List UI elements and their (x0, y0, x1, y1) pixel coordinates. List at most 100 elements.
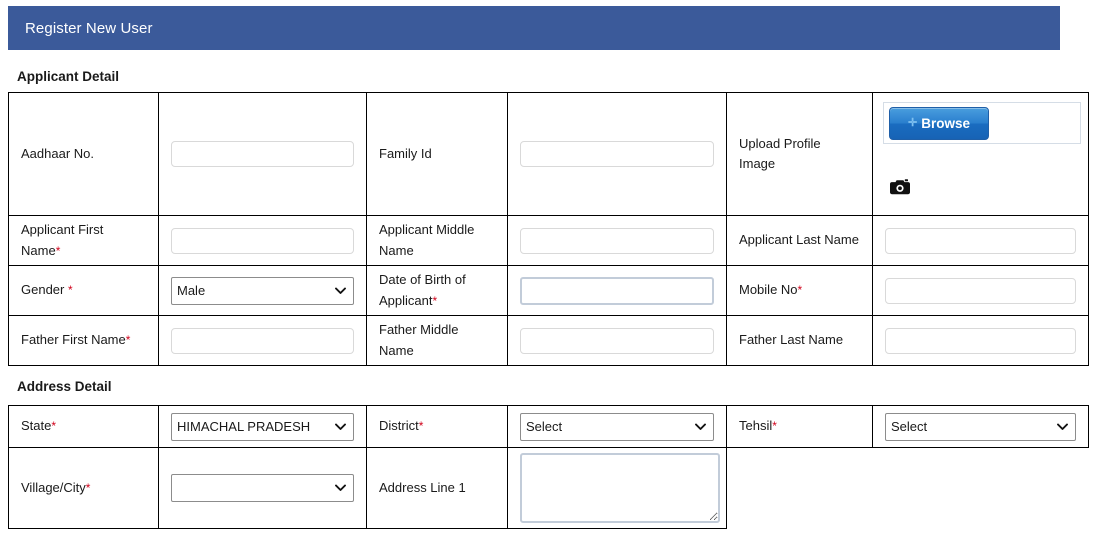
label-state: State* (8, 405, 159, 448)
required-asterisk: * (772, 419, 777, 434)
register-new-user-page: Register New User Applicant Detail Aadha… (0, 0, 1095, 534)
father-last-name-input[interactable] (885, 327, 1076, 354)
label-text: Aadhaar No. (21, 145, 94, 161)
applicant-middle-name-input[interactable] (520, 227, 714, 254)
label-father-last-name: Father Last Name (726, 315, 873, 366)
label-date-of-birth: Date of Birth of Applicant* (366, 265, 508, 316)
field-upload-profile-image: ✛ Browse (872, 92, 1089, 216)
label-text: Mobile No (739, 282, 798, 298)
field-district: Select (507, 405, 727, 448)
required-asterisk: * (85, 480, 91, 495)
label-text: Family Id (379, 145, 432, 161)
aadhaar-no-input[interactable] (171, 141, 354, 167)
upload-file-box: ✛ Browse (883, 102, 1081, 144)
label-text: State (21, 418, 52, 434)
label-text: District (379, 418, 419, 434)
applicant-detail-table: Aadhaar No. Family Id Upload Profile Ima… (8, 92, 1089, 366)
label-family-id: Family Id (366, 92, 508, 216)
label-text: Address Line 1 (379, 479, 466, 495)
field-father-first-name (158, 315, 367, 366)
applicant-detail-heading: Applicant Detail (17, 69, 120, 84)
state-select-wrap: HIMACHAL PRADESH (171, 412, 354, 441)
table-row: Aadhaar No. Family Id Upload Profile Ima… (8, 92, 1089, 216)
field-applicant-first-name (158, 215, 367, 266)
field-aadhaar-no (158, 92, 367, 216)
district-select[interactable]: Select (520, 412, 714, 441)
label-text: Tehsil (739, 418, 773, 434)
label-mobile-no: Mobile No* (726, 265, 873, 316)
village-city-select-wrap (171, 474, 354, 502)
label-village-city: Village/City* (8, 447, 159, 529)
label-text: Date of Birth of Applicant (379, 272, 466, 308)
upload-area: ✛ Browse (881, 93, 1081, 215)
required-asterisk: * (418, 419, 424, 434)
field-address-line-1 (507, 447, 727, 529)
field-father-middle-name (507, 315, 727, 366)
field-mobile-no (872, 265, 1089, 316)
label-aadhaar-no: Aadhaar No. (8, 92, 159, 216)
field-family-id (507, 92, 727, 216)
required-asterisk: * (51, 419, 57, 434)
address-detail-table: State* HIMACHAL PRADESH District* Select (8, 405, 1089, 529)
field-father-last-name (872, 315, 1089, 366)
label-gender: Gender * (8, 265, 159, 316)
address-line-1-textarea[interactable] (520, 453, 720, 523)
label-text: Upload Profile Image (739, 135, 821, 171)
label-text: Applicant First Name (21, 222, 104, 258)
page-header-bar: Register New User (8, 6, 1060, 50)
label-text: Gender (21, 282, 68, 298)
field-village-city (158, 447, 367, 529)
village-city-select[interactable] (171, 474, 354, 502)
label-tehsil: Tehsil* (726, 405, 873, 448)
father-first-name-input[interactable] (171, 327, 354, 354)
label-applicant-last-name: Applicant Last Name (726, 215, 873, 266)
gender-select[interactable]: Male (171, 276, 354, 305)
label-upload-profile-image: Upload Profile Image (726, 92, 873, 216)
family-id-input[interactable] (520, 141, 714, 167)
page-title: Register New User (25, 19, 153, 37)
applicant-last-name-input[interactable] (885, 227, 1076, 254)
address-detail-heading: Address Detail (17, 379, 112, 394)
browse-button-label: Browse (921, 116, 970, 131)
browse-button[interactable]: ✛ Browse (889, 107, 989, 140)
field-applicant-last-name (872, 215, 1089, 266)
field-applicant-middle-name (507, 215, 727, 266)
plus-icon: ✛ (908, 117, 918, 129)
label-district: District* (366, 405, 508, 448)
state-select[interactable]: HIMACHAL PRADESH (171, 412, 354, 441)
field-tehsil: Select (872, 405, 1089, 448)
tehsil-select[interactable]: Select (885, 412, 1076, 441)
field-date-of-birth (507, 265, 727, 316)
label-text: Applicant Middle Name (379, 222, 475, 258)
tehsil-select-wrap: Select (885, 412, 1076, 441)
father-middle-name-input[interactable] (520, 327, 714, 354)
field-gender: Male (158, 265, 367, 316)
label-father-first-name: Father First Name* (8, 315, 159, 366)
required-asterisk: * (55, 243, 61, 258)
label-text: Village/City (21, 479, 86, 495)
label-applicant-middle-name: Applicant Middle Name (366, 215, 508, 266)
required-asterisk: * (125, 333, 131, 348)
table-row: State* HIMACHAL PRADESH District* Select (8, 405, 1089, 448)
label-address-line-1: Address Line 1 (366, 447, 508, 529)
required-asterisk: * (432, 293, 438, 308)
date-of-birth-input[interactable] (520, 276, 714, 305)
table-row: Village/City* Address Line 1 (8, 447, 1089, 529)
district-select-wrap: Select (520, 412, 714, 441)
mobile-no-input[interactable] (885, 277, 1076, 304)
camera-icon (890, 179, 910, 195)
table-row: Father First Name* Father Middle Name Fa… (8, 315, 1089, 366)
label-text: Father Middle Name (379, 322, 459, 358)
applicant-first-name-input[interactable] (171, 227, 354, 254)
required-asterisk: * (797, 283, 803, 298)
gender-select-wrap: Male (171, 276, 354, 305)
table-row: Applicant First Name* Applicant Middle N… (8, 215, 1089, 266)
label-father-middle-name: Father Middle Name (366, 315, 508, 366)
field-state: HIMACHAL PRADESH (158, 405, 367, 448)
table-row: Gender * Male Date of Birth of Applicant… (8, 265, 1089, 316)
label-text: Applicant Last Name (739, 232, 859, 248)
label-text: Father First Name (21, 332, 126, 348)
label-applicant-first-name: Applicant First Name* (8, 215, 159, 266)
label-text: Father Last Name (739, 332, 844, 348)
required-asterisk: * (67, 283, 73, 298)
